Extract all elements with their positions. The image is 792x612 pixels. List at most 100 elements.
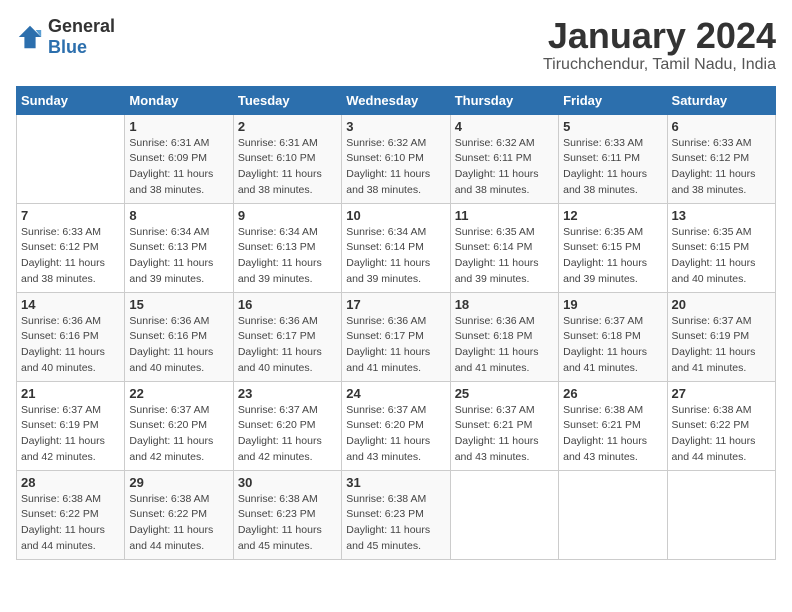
day-info: Sunrise: 6:37 AM Sunset: 6:20 PM Dayligh…	[346, 404, 430, 463]
day-info: Sunrise: 6:37 AM Sunset: 6:20 PM Dayligh…	[129, 404, 213, 463]
day-info: Sunrise: 6:38 AM Sunset: 6:23 PM Dayligh…	[346, 493, 430, 552]
calendar-cell: 5Sunrise: 6:33 AM Sunset: 6:11 PM Daylig…	[559, 114, 667, 203]
day-info: Sunrise: 6:38 AM Sunset: 6:23 PM Dayligh…	[238, 493, 322, 552]
calendar-cell: 4 Sunrise: 6:32 AM Sunset: 6:11 PM Daylig…	[450, 114, 558, 203]
logo: General Blue	[16, 16, 115, 58]
calendar-week-row: 14 Sunrise: 6:36 AM Sunset: 6:16 PM Dayli…	[17, 292, 776, 381]
day-info: Sunrise: 6:34 AM Sunset: 6:14 PM Dayligh…	[346, 226, 430, 285]
calendar-cell: 6 Sunrise: 6:33 AM Sunset: 6:12 PM Daylig…	[667, 114, 775, 203]
calendar-cell: 31 Sunrise: 6:38 AM Sunset: 6:23 PM Dayli…	[342, 470, 450, 559]
day-number: 14	[21, 297, 120, 312]
day-info: Sunrise: 6:37 AM Sunset: 6:19 PM Dayligh…	[21, 404, 105, 463]
day-info: Sunrise: 6:36 AM Sunset: 6:16 PM Dayligh…	[129, 315, 213, 374]
calendar-cell: 3 Sunrise: 6:32 AM Sunset: 6:10 PM Daylig…	[342, 114, 450, 203]
day-info: Sunrise: 6:37 AM Sunset: 6:20 PM Dayligh…	[238, 404, 322, 463]
day-number: 8	[129, 208, 228, 223]
day-number: 16	[238, 297, 337, 312]
day-number: 29	[129, 475, 228, 490]
day-info: Sunrise: 6:31 AM Sunset: 6:09 PM Dayligh…	[129, 137, 213, 196]
day-info: Sunrise: 6:37 AM Sunset: 6:21 PM Dayligh…	[455, 404, 539, 463]
calendar-cell: 14 Sunrise: 6:36 AM Sunset: 6:16 PM Dayli…	[17, 292, 125, 381]
logo-blue: Blue	[48, 37, 87, 57]
day-number: 4	[455, 119, 554, 134]
day-number: 30	[238, 475, 337, 490]
day-number: 28	[21, 475, 120, 490]
day-number: 31	[346, 475, 445, 490]
day-number: 24	[346, 386, 445, 401]
day-info: Sunrise: 6:38 AM Sunset: 6:22 PM Dayligh…	[129, 493, 213, 552]
calendar-header-row: SundayMondayTuesdayWednesdayThursdayFrid…	[17, 86, 776, 114]
day-number: 18	[455, 297, 554, 312]
calendar-week-row: 1 Sunrise: 6:31 AM Sunset: 6:09 PM Daylig…	[17, 114, 776, 203]
day-number: 13	[672, 208, 771, 223]
day-number: 6	[672, 119, 771, 134]
calendar-body: 1 Sunrise: 6:31 AM Sunset: 6:09 PM Daylig…	[17, 114, 776, 559]
day-number: 17	[346, 297, 445, 312]
calendar-week-row: 21 Sunrise: 6:37 AM Sunset: 6:19 PM Dayli…	[17, 381, 776, 470]
calendar-cell: 22Sunrise: 6:37 AM Sunset: 6:20 PM Dayli…	[125, 381, 233, 470]
calendar-cell	[450, 470, 558, 559]
day-number: 21	[21, 386, 120, 401]
page-header: General Blue January 2024 Tiruchchendur,…	[16, 16, 776, 74]
day-info: Sunrise: 6:32 AM Sunset: 6:11 PM Dayligh…	[455, 137, 539, 196]
calendar-cell: 17Sunrise: 6:36 AM Sunset: 6:17 PM Dayli…	[342, 292, 450, 381]
day-info: Sunrise: 6:35 AM Sunset: 6:14 PM Dayligh…	[455, 226, 539, 285]
logo-text: General Blue	[48, 16, 115, 58]
calendar-cell: 26 Sunrise: 6:38 AM Sunset: 6:21 PM Dayli…	[559, 381, 667, 470]
day-info: Sunrise: 6:32 AM Sunset: 6:10 PM Dayligh…	[346, 137, 430, 196]
calendar-cell: 12Sunrise: 6:35 AM Sunset: 6:15 PM Dayli…	[559, 203, 667, 292]
day-info: Sunrise: 6:36 AM Sunset: 6:18 PM Dayligh…	[455, 315, 539, 374]
day-number: 26	[563, 386, 662, 401]
logo-icon	[16, 23, 44, 51]
day-number: 25	[455, 386, 554, 401]
day-header-tuesday: Tuesday	[233, 86, 341, 114]
day-number: 3	[346, 119, 445, 134]
calendar-cell: 24 Sunrise: 6:37 AM Sunset: 6:20 PM Dayli…	[342, 381, 450, 470]
calendar-cell: 11 Sunrise: 6:35 AM Sunset: 6:14 PM Dayli…	[450, 203, 558, 292]
day-number: 5	[563, 119, 662, 134]
day-info: Sunrise: 6:36 AM Sunset: 6:17 PM Dayligh…	[238, 315, 322, 374]
calendar-cell: 29 Sunrise: 6:38 AM Sunset: 6:22 PM Dayli…	[125, 470, 233, 559]
day-number: 19	[563, 297, 662, 312]
calendar-cell: 28 Sunrise: 6:38 AM Sunset: 6:22 PM Dayli…	[17, 470, 125, 559]
day-info: Sunrise: 6:33 AM Sunset: 6:12 PM Dayligh…	[672, 137, 756, 196]
title-block: January 2024 Tiruchchendur, Tamil Nadu, …	[543, 16, 776, 74]
calendar-cell: 7 Sunrise: 6:33 AM Sunset: 6:12 PM Daylig…	[17, 203, 125, 292]
day-number: 2	[238, 119, 337, 134]
day-info: Sunrise: 6:38 AM Sunset: 6:22 PM Dayligh…	[672, 404, 756, 463]
calendar-cell	[559, 470, 667, 559]
calendar-cell: 21 Sunrise: 6:37 AM Sunset: 6:19 PM Dayli…	[17, 381, 125, 470]
day-info: Sunrise: 6:38 AM Sunset: 6:21 PM Dayligh…	[563, 404, 647, 463]
logo-general: General	[48, 16, 115, 36]
day-number: 10	[346, 208, 445, 223]
calendar-cell: 13Sunrise: 6:35 AM Sunset: 6:15 PM Dayli…	[667, 203, 775, 292]
calendar-cell: 1 Sunrise: 6:31 AM Sunset: 6:09 PM Daylig…	[125, 114, 233, 203]
day-number: 1	[129, 119, 228, 134]
location-title: Tiruchchendur, Tamil Nadu, India	[543, 56, 776, 74]
day-info: Sunrise: 6:33 AM Sunset: 6:12 PM Dayligh…	[21, 226, 105, 285]
calendar-cell: 2 Sunrise: 6:31 AM Sunset: 6:10 PM Daylig…	[233, 114, 341, 203]
calendar-cell: 25 Sunrise: 6:37 AM Sunset: 6:21 PM Dayli…	[450, 381, 558, 470]
day-number: 9	[238, 208, 337, 223]
day-number: 20	[672, 297, 771, 312]
calendar-cell: 9 Sunrise: 6:34 AM Sunset: 6:13 PM Daylig…	[233, 203, 341, 292]
calendar-cell: 23Sunrise: 6:37 AM Sunset: 6:20 PM Dayli…	[233, 381, 341, 470]
calendar-cell: 16 Sunrise: 6:36 AM Sunset: 6:17 PM Dayli…	[233, 292, 341, 381]
day-info: Sunrise: 6:31 AM Sunset: 6:10 PM Dayligh…	[238, 137, 322, 196]
calendar-cell	[17, 114, 125, 203]
calendar-cell: 27Sunrise: 6:38 AM Sunset: 6:22 PM Dayli…	[667, 381, 775, 470]
day-info: Sunrise: 6:38 AM Sunset: 6:22 PM Dayligh…	[21, 493, 105, 552]
calendar-cell: 19Sunrise: 6:37 AM Sunset: 6:18 PM Dayli…	[559, 292, 667, 381]
day-info: Sunrise: 6:34 AM Sunset: 6:13 PM Dayligh…	[238, 226, 322, 285]
day-header-sunday: Sunday	[17, 86, 125, 114]
day-number: 7	[21, 208, 120, 223]
calendar-cell: 15 Sunrise: 6:36 AM Sunset: 6:16 PM Dayli…	[125, 292, 233, 381]
day-info: Sunrise: 6:36 AM Sunset: 6:16 PM Dayligh…	[21, 315, 105, 374]
day-info: Sunrise: 6:37 AM Sunset: 6:19 PM Dayligh…	[672, 315, 756, 374]
day-number: 11	[455, 208, 554, 223]
day-number: 15	[129, 297, 228, 312]
month-title: January 2024	[543, 16, 776, 56]
calendar-cell: 20 Sunrise: 6:37 AM Sunset: 6:19 PM Dayli…	[667, 292, 775, 381]
calendar-week-row: 28 Sunrise: 6:38 AM Sunset: 6:22 PM Dayli…	[17, 470, 776, 559]
calendar-cell: 10 Sunrise: 6:34 AM Sunset: 6:14 PM Dayli…	[342, 203, 450, 292]
